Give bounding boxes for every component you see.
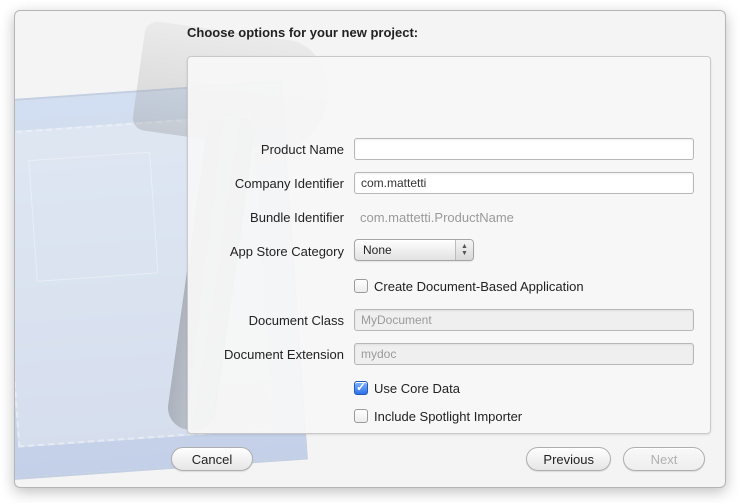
bundle-identifier-value: com.mattetti.ProductName	[354, 207, 694, 228]
row-spotlight-importer: Include Spotlight Importer	[204, 404, 694, 428]
next-button: Next	[623, 447, 705, 471]
row-company-identifier: Company Identifier	[204, 171, 694, 195]
create-document-based-checkbox[interactable]	[354, 279, 368, 293]
row-app-store-category: App Store Category None ▲▼	[204, 239, 694, 264]
row-bundle-identifier: Bundle Identifier com.mattetti.ProductNa…	[204, 205, 694, 229]
options-sheet: Choose options for your new project: Pro…	[14, 10, 726, 488]
include-spotlight-importer-checkbox[interactable]	[354, 409, 368, 423]
label-app-store-category: App Store Category	[204, 244, 354, 259]
row-product-name: Product Name	[204, 137, 694, 161]
row-create-document-based: Create Document-Based Application	[204, 274, 694, 298]
app-store-category-select[interactable]: None ▲▼	[354, 239, 474, 261]
row-document-class: Document Class	[204, 308, 694, 332]
row-document-extension: Document Extension	[204, 342, 694, 366]
company-identifier-field[interactable]	[354, 172, 694, 194]
button-bar: Cancel Previous Next	[15, 445, 725, 473]
previous-button[interactable]: Previous	[526, 447, 611, 471]
use-core-data-checkbox[interactable]	[354, 381, 368, 395]
document-extension-field	[354, 343, 694, 365]
create-document-based-label[interactable]: Create Document-Based Application	[374, 279, 584, 294]
label-document-extension: Document Extension	[204, 347, 354, 362]
app-store-category-value: None	[363, 243, 392, 257]
include-spotlight-importer-label[interactable]: Include Spotlight Importer	[374, 409, 522, 424]
form-panel: Product Name Company Identifier Bundle I…	[187, 56, 711, 434]
label-product-name: Product Name	[204, 142, 354, 157]
sheet-title: Choose options for your new project:	[187, 25, 418, 40]
label-document-class: Document Class	[204, 313, 354, 328]
product-name-field[interactable]	[354, 138, 694, 160]
label-bundle-identifier: Bundle Identifier	[204, 210, 354, 225]
row-use-core-data: Use Core Data	[204, 376, 694, 400]
document-class-field	[354, 309, 694, 331]
label-company-identifier: Company Identifier	[204, 176, 354, 191]
popup-arrows-icon: ▲▼	[455, 240, 473, 260]
cancel-button[interactable]: Cancel	[171, 447, 253, 471]
use-core-data-label[interactable]: Use Core Data	[374, 381, 460, 396]
